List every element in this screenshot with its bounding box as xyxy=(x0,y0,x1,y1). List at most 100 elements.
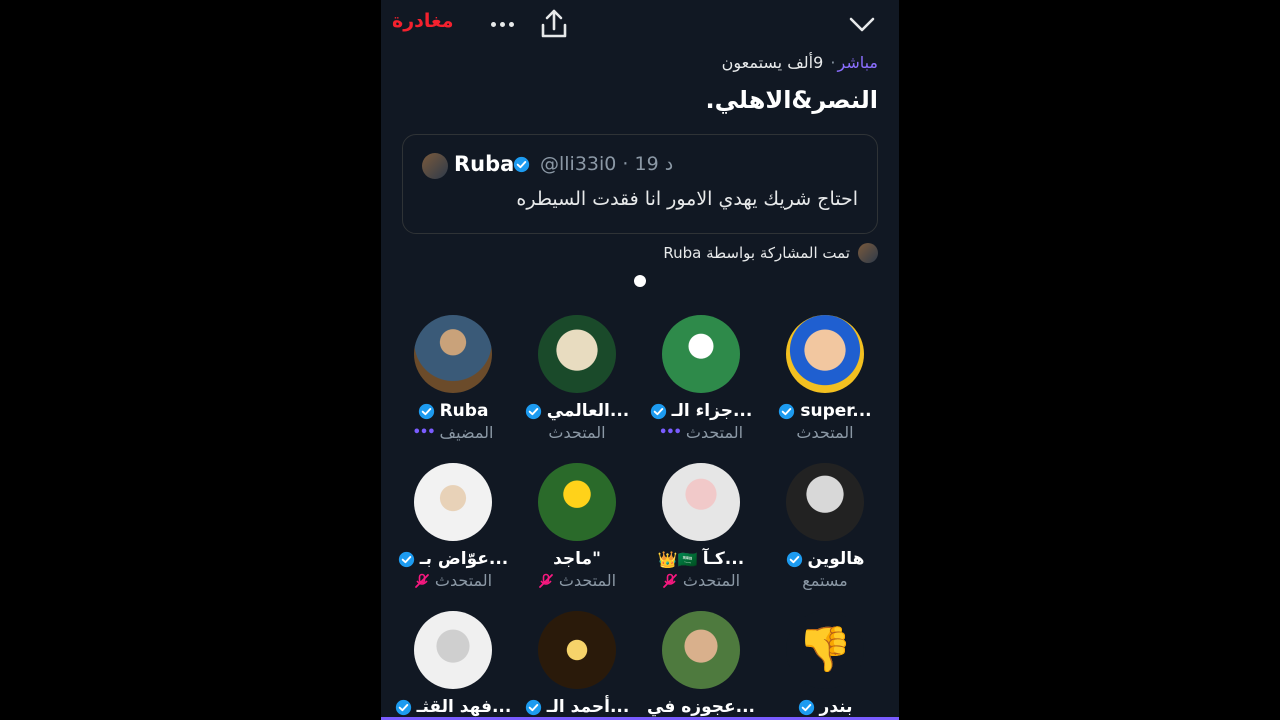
participant-role-row: ••• المتحدث xyxy=(639,423,763,442)
participant-card[interactable]: العالمي... المتحدث xyxy=(515,315,639,442)
participant-name: العالمي... xyxy=(546,401,630,421)
verified-badge-icon xyxy=(650,403,667,420)
avatar xyxy=(858,243,878,263)
participant-name: فهد القثـ... xyxy=(416,697,512,717)
participant-card[interactable]: ماجد" المتحدث xyxy=(515,463,639,590)
participant-name-row: بندر xyxy=(763,697,887,717)
verified-badge-icon xyxy=(395,699,412,716)
participant-name-row: 👑🇸🇦 كـآ... xyxy=(639,549,763,569)
participant-name: كـآ... xyxy=(702,549,745,569)
chevron-down-icon[interactable] xyxy=(847,12,877,36)
top-bar: مغادرة xyxy=(381,6,899,42)
thumbs-down-icon: 👎 xyxy=(797,624,853,675)
participant-card[interactable]: هالوين مستمع xyxy=(763,463,887,590)
participant-name-row: عوّاض بـ... xyxy=(391,549,515,569)
mic-off-icon xyxy=(538,573,554,589)
avatar xyxy=(538,611,616,689)
live-label: مباشر xyxy=(837,53,878,72)
participant-role-row: المتحدث xyxy=(515,423,639,442)
avatar xyxy=(414,463,492,541)
verified-badge-icon xyxy=(398,551,415,568)
name-emoji: 👑🇸🇦 xyxy=(657,549,698,569)
leave-button[interactable]: مغادرة xyxy=(392,10,454,32)
participant-role-row: المتحدث xyxy=(391,571,515,590)
participant-role: المتحدث xyxy=(682,571,741,590)
avatar xyxy=(538,463,616,541)
participant-role: المتحدث xyxy=(558,571,617,590)
participant-card[interactable]: أحمد الـ... xyxy=(515,611,639,717)
avatar xyxy=(786,315,864,393)
share-icon[interactable] xyxy=(539,8,569,40)
verified-badge-icon xyxy=(778,403,795,420)
avatar xyxy=(414,611,492,689)
participant-name: ماجد" xyxy=(553,549,601,569)
listener-count: 9ألف يستمعون xyxy=(721,53,824,72)
participant-name-row: ماجد" xyxy=(515,549,639,569)
participant-name: جزاء الـ... xyxy=(671,401,753,421)
participant-role-row: المتحدث xyxy=(639,571,763,590)
participant-card[interactable]: فهد القثـ... xyxy=(391,611,515,717)
page-indicator xyxy=(634,275,646,287)
participant-name: super... xyxy=(800,401,872,421)
participant-name: هالوين xyxy=(807,549,865,569)
participant-name-row: فهد القثـ... xyxy=(391,697,515,717)
participant-role: المتحدث xyxy=(434,571,493,590)
participant-role-row: المتحدث xyxy=(515,571,639,590)
participant-name-row: أحمد الـ... xyxy=(515,697,639,717)
verified-badge-icon xyxy=(798,699,815,716)
verified-badge-icon xyxy=(525,699,542,716)
space-status: مباشر· 9ألف يستمعون xyxy=(721,53,878,72)
verified-badge-icon xyxy=(786,551,803,568)
participant-name-row: عجوزه في... xyxy=(639,697,763,717)
participant-name: بندر xyxy=(819,697,853,717)
speaking-indicator-icon: ••• xyxy=(658,425,682,440)
avatar xyxy=(414,315,492,393)
verified-badge-icon xyxy=(418,403,435,420)
avatar xyxy=(786,463,864,541)
participant-card[interactable]: Ruba ••• المضيف xyxy=(391,315,515,442)
speaking-indicator-icon: ••• xyxy=(412,425,436,440)
shared-by: تمت المشاركة بواسطة Ruba xyxy=(663,243,878,263)
participant-card[interactable]: عوّاض بـ... المتحدث xyxy=(391,463,515,590)
participant-role-row: ••• المضيف xyxy=(391,423,515,442)
participant-name-row: Ruba xyxy=(391,401,515,421)
avatar xyxy=(538,315,616,393)
participant-card[interactable]: 👎 بندر xyxy=(763,611,887,717)
more-horizontal-icon[interactable] xyxy=(485,10,519,38)
shared-by-label: تمت المشاركة بواسطة Ruba xyxy=(663,244,850,262)
avatar xyxy=(662,463,740,541)
participant-role: المتحدث xyxy=(548,423,606,442)
participant-name-row: هالوين xyxy=(763,549,887,569)
tweet-handle-time: @lli33i0 · 19 د xyxy=(540,153,674,175)
space-title: النصر&الاهلي. xyxy=(705,86,878,114)
participant-name: أحمد الـ... xyxy=(546,697,630,717)
participant-name: عوّاض بـ... xyxy=(419,549,509,569)
mic-off-icon xyxy=(414,573,430,589)
participant-name: Ruba xyxy=(439,401,489,421)
avatar xyxy=(422,153,448,179)
participant-role: المضيف xyxy=(439,423,494,442)
participant-card[interactable]: super... المتحدث xyxy=(763,315,887,442)
mic-off-icon xyxy=(662,573,678,589)
participant-name-row: super... xyxy=(763,401,887,421)
participant-card[interactable]: جزاء الـ... ••• المتحدث xyxy=(639,315,763,442)
verified-badge-icon xyxy=(525,403,542,420)
verified-badge-icon xyxy=(513,156,530,173)
participant-role-row: مستمع xyxy=(763,571,887,590)
pinned-tweet-card[interactable]: Ruba @lli33i0 · 19 د احتاج شريك يهدي الا… xyxy=(402,134,878,234)
participant-role: المتحدث xyxy=(796,423,854,442)
space-panel: مغادرة مباشر· 9ألف يستمعون النصر&الاهلي.… xyxy=(381,0,899,720)
participant-name-row: العالمي... xyxy=(515,401,639,421)
participant-card[interactable]: عجوزه في... xyxy=(639,611,763,717)
participant-role: مستمع xyxy=(802,571,848,590)
participant-role-row: المتحدث xyxy=(763,423,887,442)
tweet-author-name: Ruba xyxy=(454,152,515,176)
avatar xyxy=(662,611,740,689)
participant-role: المتحدث xyxy=(685,423,744,442)
participant-name: عجوزه في... xyxy=(647,697,755,717)
participant-name-row: جزاء الـ... xyxy=(639,401,763,421)
avatar: 👎 xyxy=(786,611,864,689)
tweet-text: احتاج شريك يهدي الامور انا فقدت السيطره xyxy=(516,188,858,210)
avatar xyxy=(662,315,740,393)
participant-card[interactable]: 👑🇸🇦 كـآ... المتحدث xyxy=(639,463,763,590)
